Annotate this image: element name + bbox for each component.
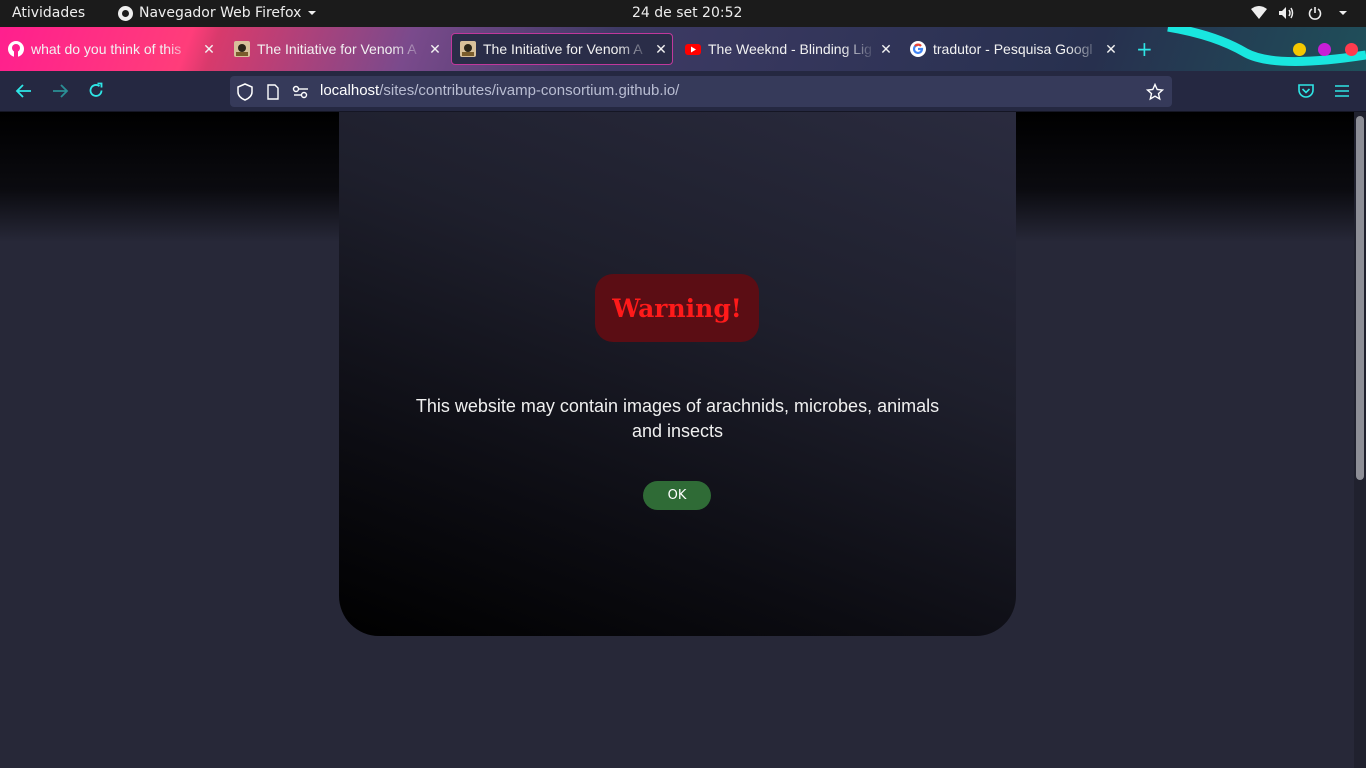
tab[interactable]: tradutor - Pesquisa Googl ✕	[902, 33, 1124, 65]
tab[interactable]: The Weeknd - Blinding Lig ✕	[677, 33, 899, 65]
firefox-icon	[118, 5, 133, 21]
permissions-icon[interactable]	[292, 83, 310, 101]
new-tab-button[interactable]: +	[1136, 37, 1153, 61]
tab-active[interactable]: The Initiative for Venom A ✕	[451, 33, 673, 65]
tab-title: The Initiative for Venom A	[483, 41, 643, 57]
menu-button[interactable]	[1330, 79, 1354, 103]
page-scrollbar[interactable]	[1354, 112, 1366, 768]
clock[interactable]: 24 de set 20:52	[632, 5, 742, 21]
close-window-button[interactable]	[1345, 43, 1358, 56]
system-top-bar: Atividades Navegador Web Firefox 24 de s…	[0, 0, 1366, 27]
url-host: localhost	[320, 82, 380, 99]
close-icon[interactable]: ✕	[878, 41, 894, 58]
warning-message: This website may contain images of arach…	[415, 396, 940, 441]
maximize-button[interactable]	[1318, 43, 1331, 56]
url-bar[interactable]: localhost/sites/contributes/ivamp-consor…	[230, 76, 1172, 107]
warning-modal: Warning! This website may contain images…	[339, 112, 1016, 636]
url-text[interactable]: localhost/sites/contributes/ivamp-consor…	[320, 82, 679, 99]
forward-button[interactable]	[48, 79, 72, 103]
pocket-icon	[1298, 84, 1314, 98]
bookmark-star-icon[interactable]	[1146, 83, 1164, 101]
chevron-down-icon	[308, 11, 317, 15]
shield-icon[interactable]	[236, 83, 254, 101]
hamburger-menu-icon	[1335, 85, 1349, 97]
app-name: Navegador Web Firefox	[139, 5, 302, 21]
tab-title: The Initiative for Venom A	[257, 41, 417, 57]
activities-button[interactable]: Atividades	[12, 5, 85, 21]
site-favicon	[460, 41, 476, 57]
navigation-toolbar: localhost/sites/contributes/ivamp-consor…	[0, 71, 1366, 112]
reload-icon	[89, 82, 103, 97]
theme-decoration	[1167, 27, 1366, 66]
site-favicon	[234, 41, 250, 57]
close-icon[interactable]: ✕	[427, 41, 443, 58]
close-icon[interactable]: ✕	[653, 41, 669, 58]
page-content: Warning! This website may contain images…	[0, 112, 1354, 768]
youtube-icon	[685, 44, 701, 55]
pocket-button[interactable]	[1294, 79, 1318, 103]
close-icon[interactable]: ✕	[1103, 41, 1119, 58]
scrollbar-thumb[interactable]	[1356, 116, 1364, 480]
minimize-button[interactable]	[1293, 43, 1306, 56]
tab-bar: what do you think of this ✕ The Initiati…	[0, 27, 1366, 71]
tab[interactable]: what do you think of this ✕	[0, 33, 222, 65]
back-button[interactable]	[12, 79, 36, 103]
system-tray[interactable]	[1250, 4, 1352, 22]
arrow-right-icon	[53, 84, 69, 98]
background-gradient-left	[0, 112, 339, 242]
tab-title: The Weeknd - Blinding Lig	[708, 41, 872, 57]
reload-button[interactable]	[84, 79, 108, 103]
background-gradient-right	[1016, 112, 1354, 242]
wifi-icon	[1250, 4, 1268, 22]
tab[interactable]: The Initiative for Venom A ✕	[226, 33, 448, 65]
google-icon	[910, 41, 926, 57]
warning-badge: Warning!	[595, 274, 759, 342]
ok-button[interactable]: OK	[643, 481, 711, 510]
url-path: /sites/contributes/ivamp-consortium.gith…	[379, 82, 680, 99]
warning-title: Warning!	[612, 293, 742, 323]
arrow-left-icon	[15, 84, 31, 98]
tab-title: what do you think of this	[31, 41, 182, 57]
github-icon	[8, 41, 24, 57]
volume-icon	[1278, 4, 1296, 22]
power-icon	[1306, 4, 1324, 22]
app-menu[interactable]: Navegador Web Firefox	[118, 5, 317, 21]
chevron-down-icon	[1334, 4, 1352, 22]
close-icon[interactable]: ✕	[201, 41, 217, 58]
page-icon[interactable]	[264, 83, 282, 101]
tab-title: tradutor - Pesquisa Googl	[933, 41, 1093, 57]
